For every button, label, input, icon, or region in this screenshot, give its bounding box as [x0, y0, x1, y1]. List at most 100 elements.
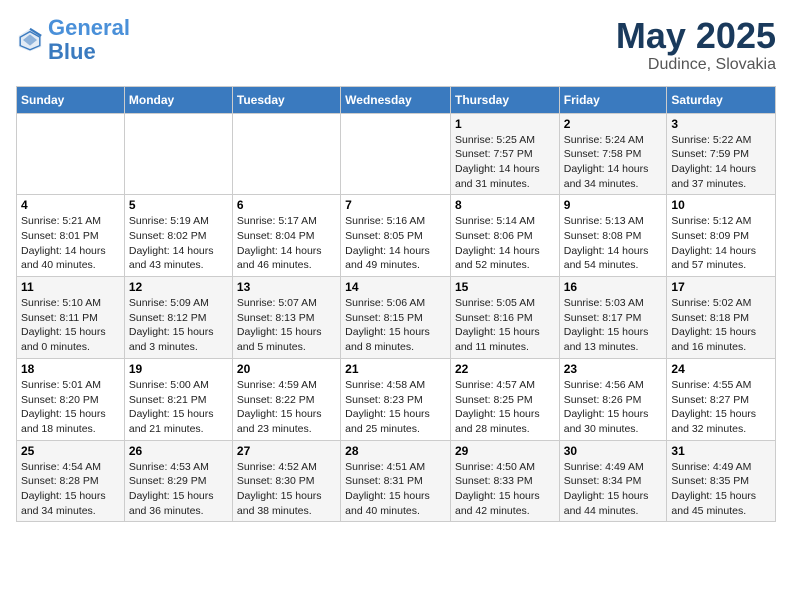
- day-info: Sunrise: 5:14 AM Sunset: 8:06 PM Dayligh…: [455, 214, 555, 273]
- calendar-cell: 27 Sunrise: 4:52 AM Sunset: 8:30 PM Dayli…: [232, 440, 340, 522]
- calendar-title: May 2025: [616, 16, 776, 56]
- title-block: May 2025 Dudince, Slovakia: [616, 16, 776, 74]
- day-number: 6: [237, 198, 336, 212]
- day-info: Sunrise: 5:09 AM Sunset: 8:12 PM Dayligh…: [129, 296, 228, 355]
- day-info: Sunrise: 4:52 AM Sunset: 8:30 PM Dayligh…: [237, 460, 336, 519]
- day-number: 12: [129, 280, 228, 294]
- day-number: 10: [671, 198, 771, 212]
- weekday-header: Monday: [124, 86, 232, 113]
- weekday-header: Thursday: [450, 86, 559, 113]
- calendar-cell: 30Sunrise: 4:49 AM Sunset: 8:34 PM Dayli…: [559, 440, 667, 522]
- day-number: 18: [21, 362, 120, 376]
- day-number: 27: [237, 444, 336, 458]
- calendar-cell: 25 Sunrise: 4:54 AM Sunset: 8:28 PM Dayli…: [17, 440, 125, 522]
- calendar-cell: 12 Sunrise: 5:09 AM Sunset: 8:12 PM Dayli…: [124, 277, 232, 359]
- calendar-header: SundayMondayTuesdayWednesdayThursdayFrid…: [17, 86, 776, 113]
- day-info: Sunrise: 4:57 AM Sunset: 8:25 PM Dayligh…: [455, 378, 555, 437]
- day-number: 3: [671, 117, 771, 131]
- calendar-week-row: 1 Sunrise: 5:25 AM Sunset: 7:57 PM Daylig…: [17, 113, 776, 195]
- weekday-header: Friday: [559, 86, 667, 113]
- day-info: Sunrise: 5:01 AM Sunset: 8:20 PM Dayligh…: [21, 378, 120, 437]
- calendar-cell: 2Sunrise: 5:24 AM Sunset: 7:58 PM Daylig…: [559, 113, 667, 195]
- calendar-cell: 1 Sunrise: 5:25 AM Sunset: 7:57 PM Daylig…: [450, 113, 559, 195]
- calendar-cell: 15 Sunrise: 5:05 AM Sunset: 8:16 PM Dayli…: [450, 277, 559, 359]
- day-info: Sunrise: 5:05 AM Sunset: 8:16 PM Dayligh…: [455, 296, 555, 355]
- day-info: Sunrise: 4:49 AM Sunset: 8:35 PM Dayligh…: [671, 460, 771, 519]
- weekday-header: Tuesday: [232, 86, 340, 113]
- day-number: 13: [237, 280, 336, 294]
- calendar-week-row: 4Sunrise: 5:21 AM Sunset: 8:01 PM Daylig…: [17, 195, 776, 277]
- logo: GeneralBlue: [16, 16, 130, 64]
- day-info: Sunrise: 5:25 AM Sunset: 7:57 PM Dayligh…: [455, 133, 555, 192]
- calendar-cell: 10 Sunrise: 5:12 AM Sunset: 8:09 PM Dayli…: [667, 195, 776, 277]
- calendar-cell: 19 Sunrise: 5:00 AM Sunset: 8:21 PM Dayli…: [124, 358, 232, 440]
- calendar-cell: 8 Sunrise: 5:14 AM Sunset: 8:06 PM Daylig…: [450, 195, 559, 277]
- day-number: 5: [129, 198, 228, 212]
- calendar-cell: 17 Sunrise: 5:02 AM Sunset: 8:18 PM Dayli…: [667, 277, 776, 359]
- day-info: Sunrise: 4:51 AM Sunset: 8:31 PM Dayligh…: [345, 460, 446, 519]
- calendar-cell: 28 Sunrise: 4:51 AM Sunset: 8:31 PM Dayli…: [341, 440, 451, 522]
- calendar-cell: 24Sunrise: 4:55 AM Sunset: 8:27 PM Dayli…: [667, 358, 776, 440]
- day-number: 25: [21, 444, 120, 458]
- calendar-cell: [341, 113, 451, 195]
- day-number: 14: [345, 280, 446, 294]
- day-number: 21: [345, 362, 446, 376]
- day-number: 15: [455, 280, 555, 294]
- day-info: Sunrise: 5:10 AM Sunset: 8:11 PM Dayligh…: [21, 296, 120, 355]
- day-info: Sunrise: 5:02 AM Sunset: 8:18 PM Dayligh…: [671, 296, 771, 355]
- day-number: 8: [455, 198, 555, 212]
- calendar-cell: 7 Sunrise: 5:16 AM Sunset: 8:05 PM Daylig…: [341, 195, 451, 277]
- day-info: Sunrise: 5:00 AM Sunset: 8:21 PM Dayligh…: [129, 378, 228, 437]
- day-info: Sunrise: 4:56 AM Sunset: 8:26 PM Dayligh…: [564, 378, 663, 437]
- day-number: 11: [21, 280, 120, 294]
- logo-text: GeneralBlue: [48, 16, 130, 64]
- day-number: 16: [564, 280, 663, 294]
- calendar-cell: 23 Sunrise: 4:56 AM Sunset: 8:26 PM Dayli…: [559, 358, 667, 440]
- day-info: Sunrise: 5:03 AM Sunset: 8:17 PM Dayligh…: [564, 296, 663, 355]
- day-info: Sunrise: 5:17 AM Sunset: 8:04 PM Dayligh…: [237, 214, 336, 273]
- day-number: 7: [345, 198, 446, 212]
- calendar-cell: 9 Sunrise: 5:13 AM Sunset: 8:08 PM Daylig…: [559, 195, 667, 277]
- day-number: 28: [345, 444, 446, 458]
- calendar-cell: 3 Sunrise: 5:22 AM Sunset: 7:59 PM Daylig…: [667, 113, 776, 195]
- weekday-header: Saturday: [667, 86, 776, 113]
- calendar-location: Dudince, Slovakia: [616, 56, 776, 74]
- calendar-cell: 16 Sunrise: 5:03 AM Sunset: 8:17 PM Dayli…: [559, 277, 667, 359]
- day-info: Sunrise: 4:54 AM Sunset: 8:28 PM Dayligh…: [21, 460, 120, 519]
- weekday-header: Sunday: [17, 86, 125, 113]
- day-number: 24: [671, 362, 771, 376]
- weekday-header-row: SundayMondayTuesdayWednesdayThursdayFrid…: [17, 86, 776, 113]
- day-number: 4: [21, 198, 120, 212]
- calendar-table: SundayMondayTuesdayWednesdayThursdayFrid…: [16, 86, 776, 523]
- day-number: 17: [671, 280, 771, 294]
- day-number: 19: [129, 362, 228, 376]
- calendar-week-row: 25 Sunrise: 4:54 AM Sunset: 8:28 PM Dayli…: [17, 440, 776, 522]
- day-info: Sunrise: 4:50 AM Sunset: 8:33 PM Dayligh…: [455, 460, 555, 519]
- day-info: Sunrise: 5:22 AM Sunset: 7:59 PM Dayligh…: [671, 133, 771, 192]
- calendar-cell: [17, 113, 125, 195]
- calendar-cell: 4Sunrise: 5:21 AM Sunset: 8:01 PM Daylig…: [17, 195, 125, 277]
- day-info: Sunrise: 4:58 AM Sunset: 8:23 PM Dayligh…: [345, 378, 446, 437]
- day-info: Sunrise: 5:19 AM Sunset: 8:02 PM Dayligh…: [129, 214, 228, 273]
- day-number: 1: [455, 117, 555, 131]
- day-number: 26: [129, 444, 228, 458]
- calendar-week-row: 11 Sunrise: 5:10 AM Sunset: 8:11 PM Dayli…: [17, 277, 776, 359]
- calendar-cell: 31Sunrise: 4:49 AM Sunset: 8:35 PM Dayli…: [667, 440, 776, 522]
- day-number: 9: [564, 198, 663, 212]
- day-info: Sunrise: 5:13 AM Sunset: 8:08 PM Dayligh…: [564, 214, 663, 273]
- calendar-week-row: 18 Sunrise: 5:01 AM Sunset: 8:20 PM Dayli…: [17, 358, 776, 440]
- day-info: Sunrise: 5:12 AM Sunset: 8:09 PM Dayligh…: [671, 214, 771, 273]
- day-info: Sunrise: 5:16 AM Sunset: 8:05 PM Dayligh…: [345, 214, 446, 273]
- day-info: Sunrise: 5:07 AM Sunset: 8:13 PM Dayligh…: [237, 296, 336, 355]
- calendar-cell: 5 Sunrise: 5:19 AM Sunset: 8:02 PM Daylig…: [124, 195, 232, 277]
- logo-icon: [16, 26, 44, 54]
- calendar-cell: 11 Sunrise: 5:10 AM Sunset: 8:11 PM Dayli…: [17, 277, 125, 359]
- day-number: 22: [455, 362, 555, 376]
- calendar-cell: [232, 113, 340, 195]
- page-header: GeneralBlue May 2025 Dudince, Slovakia: [16, 16, 776, 74]
- calendar-cell: 13 Sunrise: 5:07 AM Sunset: 8:13 PM Dayli…: [232, 277, 340, 359]
- calendar-cell: 22 Sunrise: 4:57 AM Sunset: 8:25 PM Dayli…: [450, 358, 559, 440]
- day-info: Sunrise: 4:59 AM Sunset: 8:22 PM Dayligh…: [237, 378, 336, 437]
- day-info: Sunrise: 4:49 AM Sunset: 8:34 PM Dayligh…: [564, 460, 663, 519]
- day-number: 23: [564, 362, 663, 376]
